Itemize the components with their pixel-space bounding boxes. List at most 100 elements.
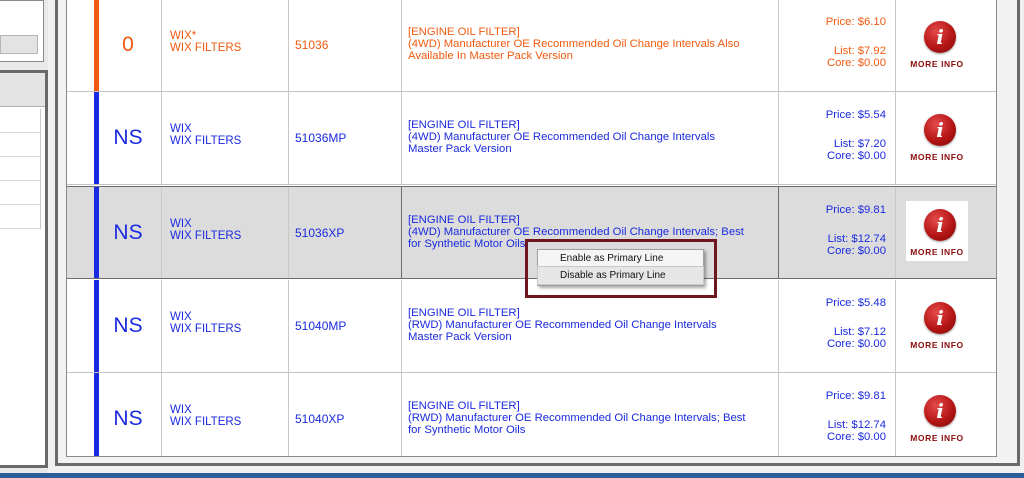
- list-price: List: $12.74: [827, 233, 886, 245]
- part-description: [ENGINE OIL FILTER] (4WD) Manufacturer O…: [401, 92, 779, 184]
- core-price: Core: $0.00: [826, 57, 886, 69]
- table-row[interactable]: 0 WIX* WIX FILTERS 51036 [ENGINE OIL FIL…: [67, 0, 996, 92]
- more-info-button[interactable]: i MORE INFO: [906, 106, 968, 166]
- more-info-cell: i MORE INFO: [895, 280, 996, 372]
- desc-detail: (RWD) Manufacturer OE Recommended Oil Ch…: [408, 319, 717, 331]
- desc-category: [ENGINE OIL FILTER]: [408, 400, 520, 412]
- more-info-cell: i MORE INFO: [895, 92, 996, 184]
- brand-code: WIX: [170, 218, 192, 230]
- results-frame: 0 WIX* WIX FILTERS 51036 [ENGINE OIL FIL…: [55, 0, 1020, 466]
- left-panel: [0, 0, 48, 478]
- price-cell: Price: $9.81 List: $12.74 Core: $0.00: [779, 187, 895, 278]
- core-price: Core: $0.00: [826, 150, 886, 162]
- more-info-cell: i MORE INFO: [895, 187, 996, 278]
- left-grid-row[interactable]: [0, 109, 40, 133]
- part-number[interactable]: 51040MP: [288, 280, 401, 372]
- more-info-label: MORE INFO: [910, 340, 964, 350]
- left-grid-row[interactable]: [0, 157, 40, 181]
- list-price: List: $7.12: [833, 326, 886, 338]
- table-row[interactable]: NS WIX WIX FILTERS 51040XP [ENGINE OIL F…: [67, 373, 996, 456]
- brand-code: WIX: [170, 311, 192, 323]
- left-panel-button[interactable]: [0, 35, 38, 54]
- brand-code: WIX: [170, 404, 192, 416]
- more-info-cell: i MORE INFO: [895, 0, 996, 91]
- results-list: 0 WIX* WIX FILTERS 51036 [ENGINE OIL FIL…: [66, 0, 997, 457]
- desc-detail: (4WD) Manufacturer OE Recommended Oil Ch…: [408, 131, 716, 143]
- more-info-label: MORE INFO: [910, 433, 964, 443]
- brand-cell: WIX WIX FILTERS: [161, 187, 288, 278]
- brand-cell: WIX WIX FILTERS: [161, 92, 288, 184]
- price: Price: $5.48: [825, 297, 886, 309]
- more-info-label: MORE INFO: [910, 59, 964, 69]
- more-info-label: MORE INFO: [910, 152, 964, 162]
- brand-code: WIX*: [170, 30, 197, 42]
- info-icon: i: [924, 395, 956, 427]
- list-price: List: $7.92: [833, 45, 886, 57]
- left-grid-row[interactable]: [0, 133, 40, 157]
- brand-cell: WIX* WIX FILTERS: [161, 0, 288, 91]
- list-price: List: $12.74: [827, 419, 886, 431]
- desc-detail-2: for Synthetic Motor Oils: [408, 424, 526, 436]
- price: Price: $9.81: [825, 204, 886, 216]
- more-info-button[interactable]: i MORE INFO: [906, 13, 968, 73]
- brand-cell: WIX WIX FILTERS: [161, 280, 288, 372]
- brand-name: WIX FILTERS: [170, 42, 242, 54]
- price-cell: Price: $9.81 List: $12.74 Core: $0.00: [779, 373, 895, 456]
- core-price: Core: $0.00: [826, 431, 886, 443]
- desc-detail: (RWD) Manufacturer OE Recommended Oil Ch…: [408, 412, 746, 424]
- part-description: [ENGINE OIL FILTER] (RWD) Manufacturer O…: [401, 373, 779, 456]
- stock-status: 0: [122, 33, 134, 56]
- context-menu: Enable as Primary Line Disable as Primar…: [537, 249, 704, 286]
- left-grid-row[interactable]: [0, 181, 40, 205]
- info-icon: i: [924, 114, 956, 146]
- table-row[interactable]: NS WIX WIX FILTERS 51036MP [ENGINE OIL F…: [67, 92, 996, 185]
- menu-item-enable-primary-line[interactable]: Enable as Primary Line: [538, 250, 703, 267]
- menu-item-disable-primary-line[interactable]: Disable as Primary Line: [537, 266, 704, 285]
- brand-code: WIX: [170, 123, 192, 135]
- desc-detail-2: Available In Master Pack Version: [408, 50, 573, 62]
- desc-detail-2: Master Pack Version: [408, 331, 512, 343]
- left-grid[interactable]: [0, 109, 41, 229]
- stock-status: NS: [113, 126, 143, 149]
- part-description: [ENGINE OIL FILTER] (4WD) Manufacturer O…: [401, 0, 779, 91]
- info-icon: i: [924, 209, 956, 241]
- desc-category: [ENGINE OIL FILTER]: [408, 26, 520, 38]
- more-info-button[interactable]: i MORE INFO: [906, 201, 968, 261]
- part-number[interactable]: 51036MP: [288, 92, 401, 184]
- desc-category: [ENGINE OIL FILTER]: [408, 119, 520, 131]
- desc-category: [ENGINE OIL FILTER]: [408, 307, 520, 319]
- desc-category: [ENGINE OIL FILTER]: [408, 214, 520, 226]
- more-info-label: MORE INFO: [910, 247, 964, 257]
- brand-name: WIX FILTERS: [170, 416, 242, 428]
- price-cell: Price: $6.10 List: $7.92 Core: $0.00: [779, 0, 895, 91]
- more-info-cell: i MORE INFO: [895, 373, 996, 456]
- list-price: List: $7.20: [833, 138, 886, 150]
- desc-detail: (4WD) Manufacturer OE Recommended Oil Ch…: [408, 38, 740, 50]
- taskbar-edge: [0, 473, 1024, 478]
- price: Price: $5.54: [825, 109, 886, 121]
- part-number[interactable]: 51040XP: [288, 373, 401, 456]
- part-number[interactable]: 51036XP: [288, 187, 401, 278]
- left-grid-row[interactable]: [0, 205, 40, 229]
- brand-name: WIX FILTERS: [170, 135, 242, 147]
- price: Price: $6.10: [825, 16, 886, 28]
- brand-name: WIX FILTERS: [170, 230, 242, 242]
- price-cell: Price: $5.48 List: $7.12 Core: $0.00: [779, 280, 895, 372]
- more-info-button[interactable]: i MORE INFO: [906, 294, 968, 354]
- stock-status: NS: [113, 314, 143, 337]
- brand-name: WIX FILTERS: [170, 323, 242, 335]
- price: Price: $9.81: [825, 390, 886, 402]
- part-number[interactable]: 51036: [288, 0, 401, 91]
- left-lower-frame: [0, 70, 48, 468]
- left-top-box: [0, 0, 44, 62]
- left-grid-header: [0, 73, 45, 107]
- price-cell: Price: $5.54 List: $7.20 Core: $0.00: [779, 92, 895, 184]
- desc-detail: (4WD) Manufacturer OE Recommended Oil Ch…: [408, 226, 744, 238]
- core-price: Core: $0.00: [826, 338, 886, 350]
- stock-status: NS: [113, 220, 143, 244]
- info-icon: i: [924, 302, 956, 334]
- desc-detail-2: Master Pack Version: [408, 143, 512, 155]
- brand-cell: WIX WIX FILTERS: [161, 373, 288, 456]
- more-info-button[interactable]: i MORE INFO: [906, 387, 968, 447]
- core-price: Core: $0.00: [826, 245, 886, 257]
